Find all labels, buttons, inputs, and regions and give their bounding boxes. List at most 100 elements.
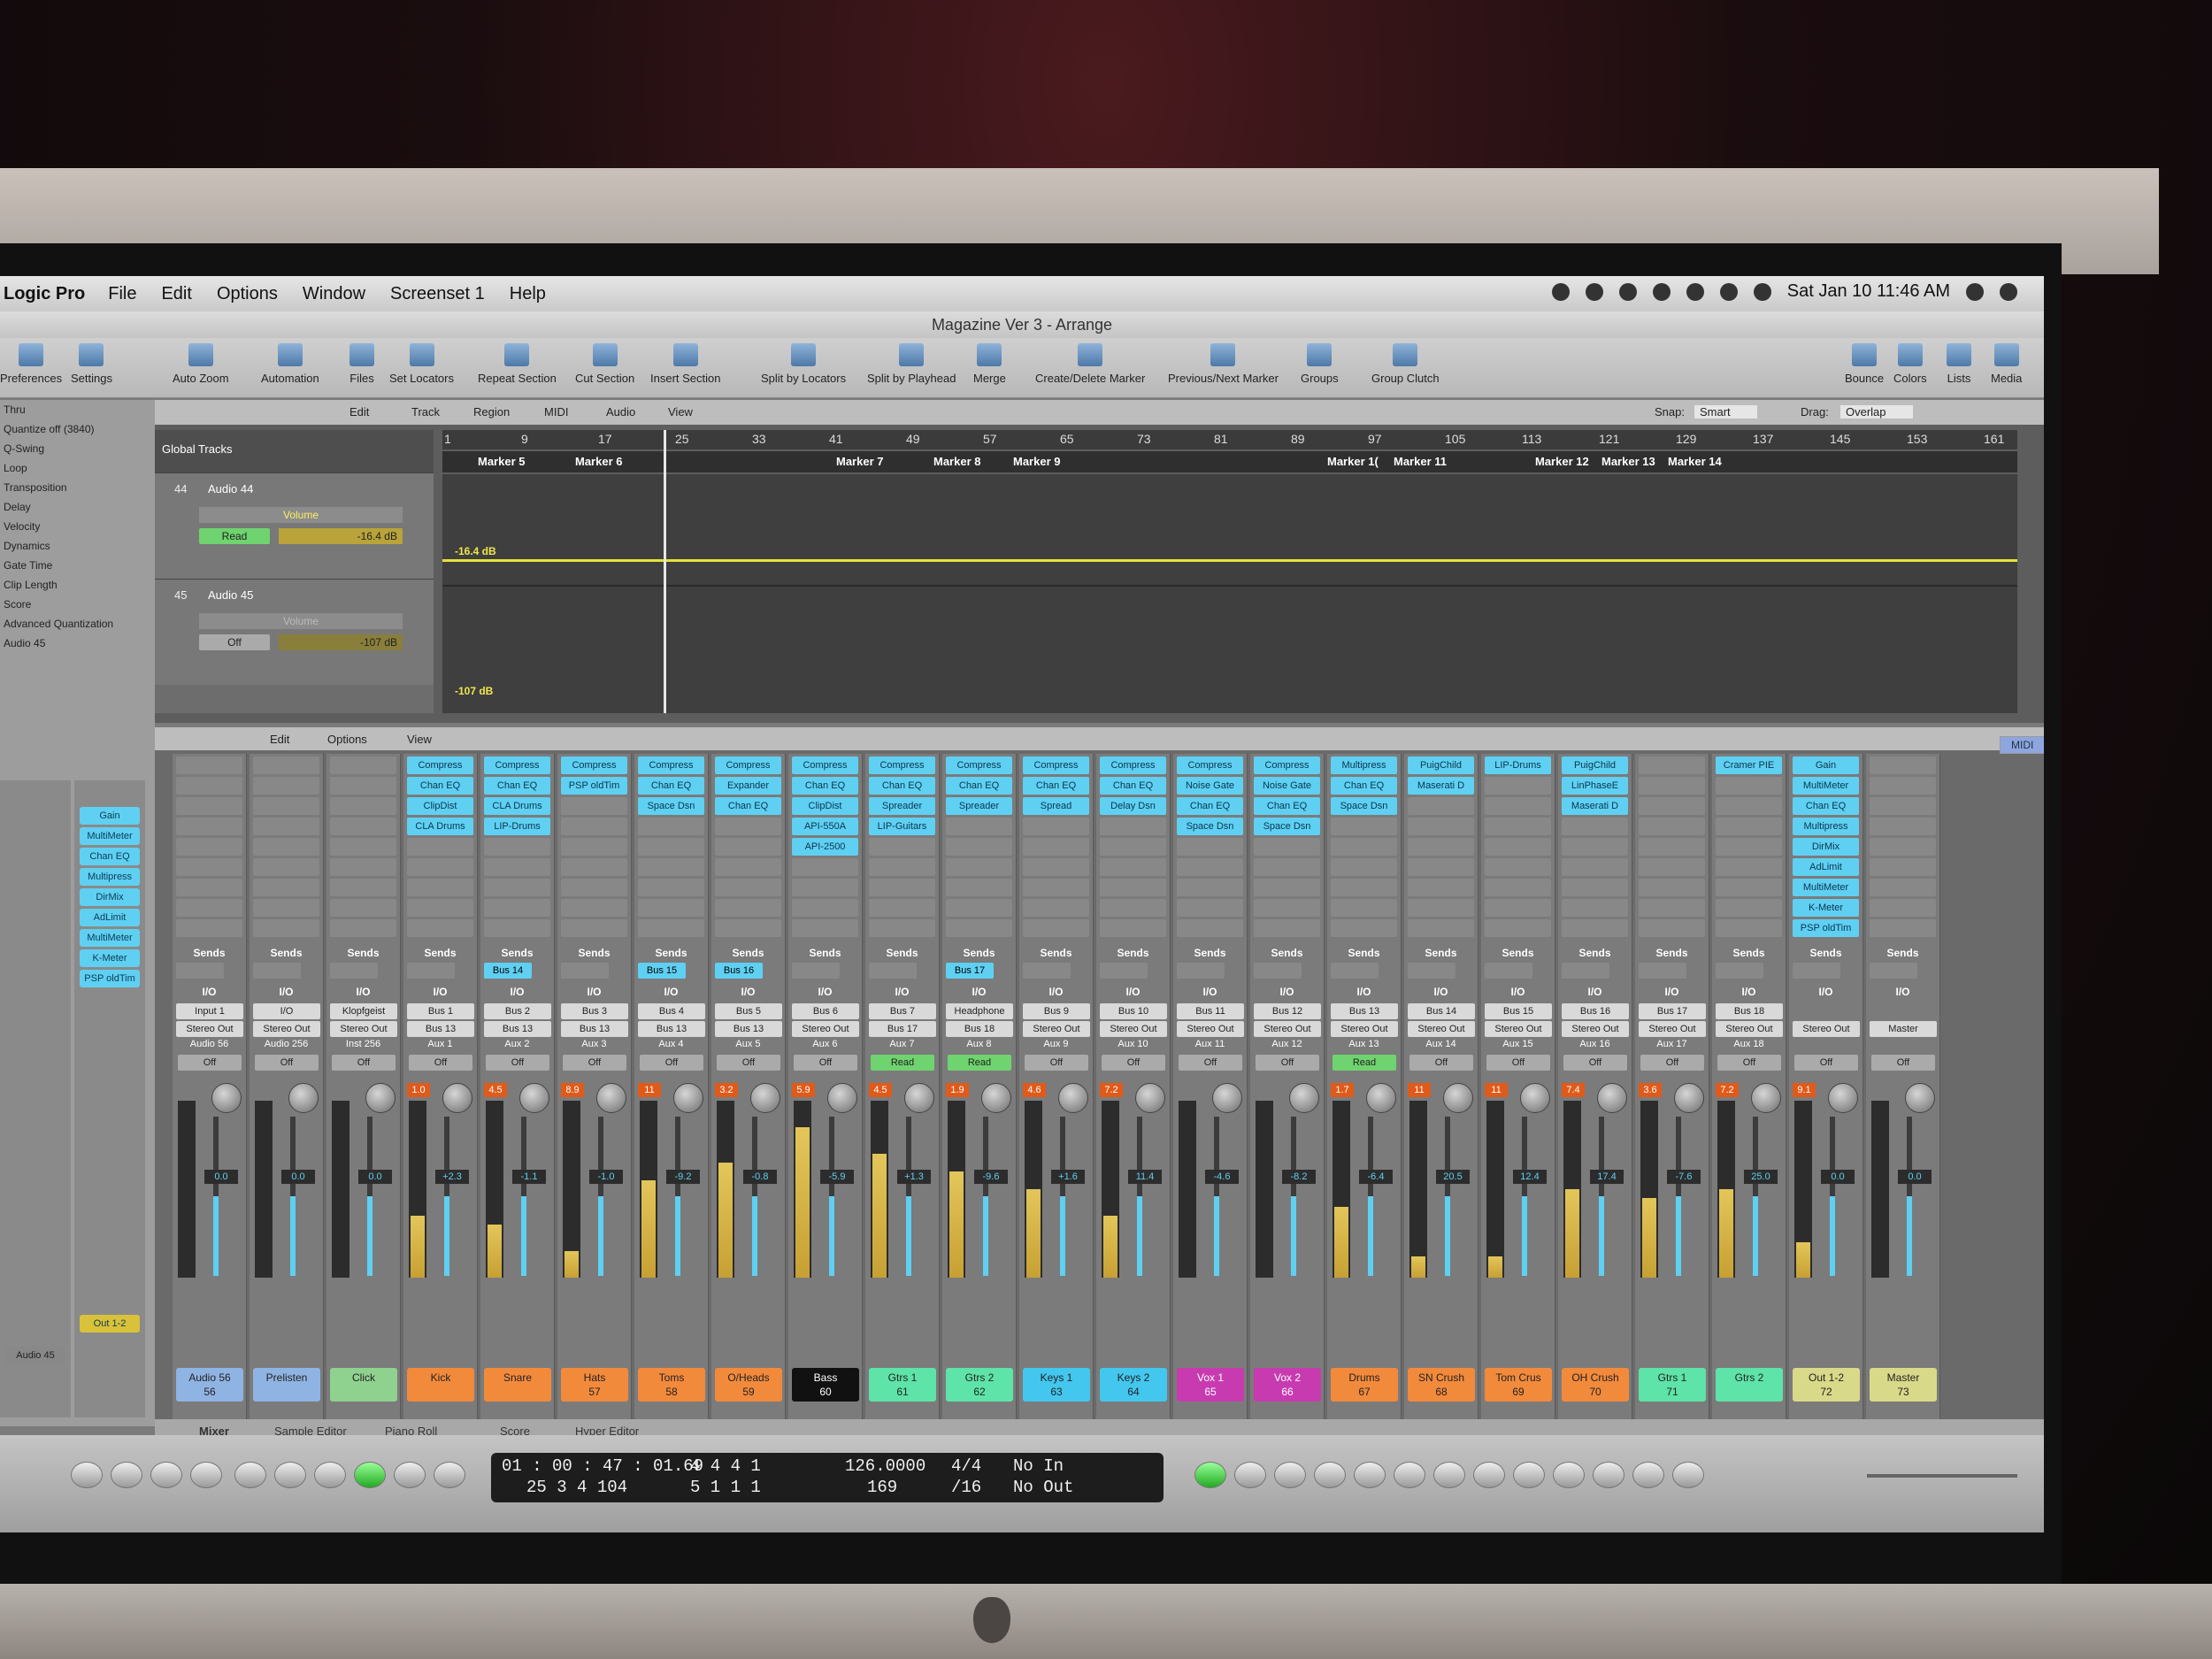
insert-slot-empty[interactable] — [1408, 858, 1474, 876]
menu-edit[interactable]: Edit — [161, 284, 191, 304]
insert-slot-empty[interactable] — [176, 919, 242, 937]
insert-slot-empty[interactable] — [1716, 919, 1782, 937]
insert-slot-empty[interactable] — [561, 899, 627, 917]
input-slot[interactable]: Bus 13 — [1331, 1003, 1398, 1019]
automation-mode[interactable]: Off — [640, 1055, 703, 1071]
send-slot-empty[interactable] — [176, 963, 224, 979]
output-slot[interactable]: Stereo Out — [1485, 1021, 1552, 1037]
inspector-plugin-slot[interactable]: Chan EQ — [80, 848, 140, 865]
automation-mode[interactable]: Off — [178, 1055, 242, 1071]
insert-slot-empty[interactable] — [1562, 818, 1628, 835]
menu-help[interactable]: Help — [510, 284, 546, 304]
inspector-row[interactable]: Thru — [0, 400, 155, 419]
insert-slot-empty[interactable] — [1870, 838, 1936, 856]
insert-slot-empty[interactable] — [1023, 879, 1089, 896]
fader-value[interactable]: 0.0 — [281, 1170, 315, 1184]
automation-mode[interactable]: Read — [1333, 1055, 1396, 1071]
toolbar-files-button[interactable]: Files — [349, 343, 374, 385]
fader-value[interactable]: 0.0 — [358, 1170, 392, 1184]
insert-slot-empty[interactable] — [561, 858, 627, 876]
insert-slot-empty[interactable] — [330, 899, 396, 917]
insert-slot-plugin[interactable]: Compress — [1023, 757, 1089, 774]
channel-name[interactable]: Master 73 — [1870, 1368, 1937, 1402]
marker[interactable]: Marker 13 — [1601, 455, 1655, 468]
send-slot[interactable]: Bus 16 — [715, 963, 763, 979]
insert-slot-plugin[interactable]: Chan EQ — [715, 797, 781, 815]
input-slot[interactable]: Bus 6 — [792, 1003, 859, 1019]
insert-slot-empty[interactable] — [1485, 879, 1551, 896]
output-slot[interactable]: Bus 13 — [407, 1021, 474, 1037]
track-header-44[interactable]: 44 Audio 44 Volume Read -16.4 dB — [155, 472, 434, 579]
marker-track[interactable]: Marker 5 Marker 6 Marker 7 Marker 8 Marker 9… — [442, 451, 2017, 472]
send-slot-empty[interactable] — [330, 963, 378, 979]
inspector-row[interactable]: Audio 45 — [0, 634, 155, 653]
toolbar-lists-button[interactable]: Lists — [1947, 343, 1971, 385]
fader-value[interactable]: -9.6 — [974, 1170, 1008, 1184]
menu-options[interactable]: Options — [217, 284, 278, 304]
send-slot-empty[interactable] — [792, 963, 840, 979]
pan-knob[interactable] — [1212, 1083, 1242, 1113]
volume-fader[interactable] — [521, 1117, 526, 1276]
go-to-start-icon[interactable] — [71, 1462, 103, 1488]
insert-slot-plugin[interactable]: PSP oldTim — [1793, 919, 1859, 937]
insert-slot-empty[interactable] — [253, 818, 319, 835]
insert-slot-plugin[interactable]: Compress — [484, 757, 550, 774]
insert-slot-empty[interactable] — [561, 818, 627, 835]
drag-select[interactable]: Overlap — [1840, 405, 1913, 419]
insert-slot-empty[interactable] — [1177, 899, 1243, 917]
track-header-45[interactable]: 45 Audio 45 Volume Off -107 dB — [155, 579, 434, 685]
inspector-row[interactable]: Clip Length — [0, 575, 155, 595]
automation-mode[interactable]: Read — [948, 1055, 1011, 1071]
insert-slot-empty[interactable] — [1562, 899, 1628, 917]
automation-mode[interactable]: Off — [717, 1055, 780, 1071]
channel-name[interactable]: Drums 67 — [1331, 1368, 1398, 1402]
inspector-row[interactable]: Quantize off (3840) — [0, 419, 155, 439]
channel-name[interactable]: Vox 1 65 — [1177, 1368, 1244, 1402]
pan-knob[interactable] — [750, 1083, 780, 1113]
insert-slot-empty[interactable] — [330, 879, 396, 896]
output-slot[interactable]: Stereo Out — [1254, 1021, 1321, 1037]
input-slot[interactable]: Bus 15 — [1485, 1003, 1552, 1019]
insert-slot-empty[interactable] — [1485, 777, 1551, 795]
insert-slot-empty[interactable] — [1331, 838, 1397, 856]
pan-knob[interactable] — [1520, 1083, 1550, 1113]
insert-slot-plugin[interactable]: Compress — [869, 757, 935, 774]
insert-slot-empty[interactable] — [1562, 879, 1628, 896]
inspector-plugin-slot[interactable]: Gain — [80, 807, 140, 825]
pan-knob[interactable] — [365, 1083, 396, 1113]
automation-mode[interactable]: Off — [1871, 1055, 1935, 1071]
insert-slot-empty[interactable] — [1100, 838, 1166, 856]
send-slot-empty[interactable] — [1562, 963, 1609, 979]
send-slot[interactable]: Bus 14 — [484, 963, 532, 979]
insert-slot-plugin[interactable]: Chan EQ — [407, 777, 473, 795]
channel-name[interactable]: Bass 60 — [792, 1368, 859, 1402]
toolbar-bounce-button[interactable]: Bounce — [1845, 343, 1884, 385]
time-machine-icon[interactable] — [1686, 282, 1704, 301]
automation-mode[interactable]: Off — [1025, 1055, 1088, 1071]
toolbar-repeat-section-button[interactable]: Repeat Section — [478, 343, 557, 385]
toolbar-automation-button[interactable]: Automation — [261, 343, 319, 385]
insert-slot-plugin[interactable]: Chan EQ — [946, 777, 1012, 795]
insert-slot-empty[interactable] — [253, 838, 319, 856]
scrub-icon[interactable] — [1473, 1462, 1505, 1488]
track-lanes[interactable]: -16.4 dB -107 dB — [442, 474, 2017, 713]
insert-slot-plugin[interactable]: PuigChild — [1562, 757, 1628, 774]
menu-screenset[interactable]: Screenset 1 — [390, 284, 485, 304]
insert-slot-empty[interactable] — [484, 858, 550, 876]
insert-slot-plugin[interactable]: CLA Drums — [407, 818, 473, 835]
input-slot[interactable]: Headphone — [946, 1003, 1013, 1019]
volume-fader[interactable] — [1522, 1117, 1527, 1276]
insert-slot-plugin[interactable]: MultiMeter — [1793, 879, 1859, 896]
automation-value[interactable]: -16.4 dB — [279, 528, 403, 544]
inspector-plugin-slot[interactable]: AdLimit — [80, 909, 140, 926]
pan-knob[interactable] — [981, 1083, 1011, 1113]
record-icon[interactable] — [434, 1462, 465, 1488]
insert-slot-plugin[interactable]: Chan EQ — [1331, 777, 1397, 795]
insert-slot-empty[interactable] — [1870, 879, 1936, 896]
insert-slot-plugin[interactable]: API-550A — [792, 818, 858, 835]
wifi-icon[interactable] — [1719, 282, 1738, 301]
automation-mode-read[interactable]: Read — [199, 528, 270, 544]
insert-slot-plugin[interactable]: Chan EQ — [1793, 797, 1859, 815]
smpte-position[interactable]: 01 : 00 : 47 : 01.69 — [502, 1456, 703, 1476]
insert-slot-plugin[interactable]: Space Dsn — [1254, 818, 1320, 835]
